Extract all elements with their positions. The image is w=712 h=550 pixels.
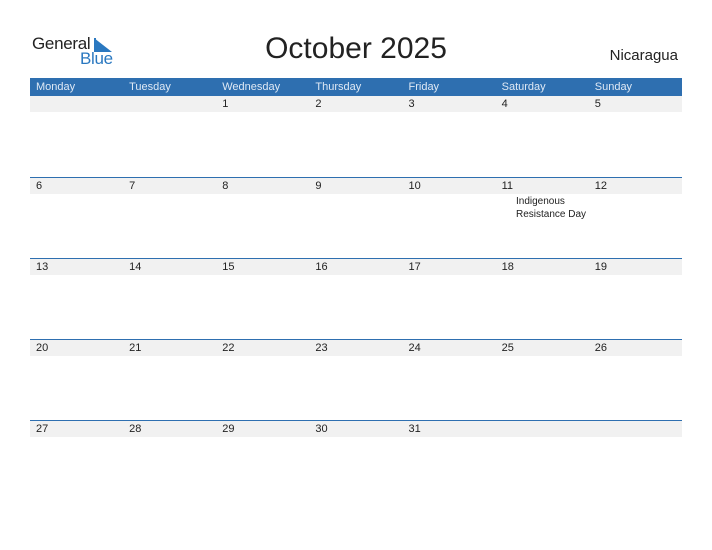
day-number: 4 — [501, 98, 508, 110]
holiday-label — [510, 112, 590, 113]
holiday-label — [510, 437, 590, 438]
events-row — [30, 112, 682, 113]
holiday-label — [30, 275, 110, 276]
holiday-label — [110, 437, 190, 438]
day-number: 18 — [501, 261, 514, 273]
day-number: 28 — [129, 423, 142, 435]
events-row — [30, 437, 682, 438]
day-number: 20 — [36, 342, 49, 354]
day-number: 7 — [129, 180, 136, 192]
week-row: 13 14 15 16 17 18 19 — [30, 258, 682, 339]
weekday-monday: Monday — [36, 81, 76, 93]
holiday-label — [430, 194, 510, 221]
weekday-sunday: Sunday — [594, 81, 633, 93]
holiday-label — [270, 275, 350, 276]
day-number: 14 — [129, 261, 142, 273]
date-row: 13 14 15 16 17 18 19 — [30, 259, 682, 275]
weekday-thursday: Thursday — [315, 81, 362, 93]
day-number: 24 — [408, 342, 421, 354]
page-title: October 2025 — [265, 32, 447, 65]
day-number: 15 — [222, 261, 235, 273]
day-number: 13 — [36, 261, 49, 273]
day-number: 23 — [315, 342, 328, 354]
holiday-label — [190, 437, 270, 438]
events-row: Indigenous Resistance Day — [30, 194, 682, 221]
weekday-friday: Friday — [408, 81, 440, 93]
holiday-label — [270, 356, 350, 357]
holiday-label — [510, 275, 590, 276]
day-number — [30, 96, 123, 112]
holiday-label — [270, 112, 350, 113]
weekday-header: Monday Tuesday Wednesday Thursday Friday… — [30, 78, 682, 96]
holiday-label — [30, 356, 110, 357]
day-number: 22 — [222, 342, 235, 354]
holiday-label — [430, 275, 510, 276]
holiday-label — [190, 275, 270, 276]
holiday-label — [350, 112, 430, 113]
day-number: 26 — [594, 342, 607, 354]
holiday-label — [110, 356, 190, 357]
date-row: 27 28 29 30 31 — [30, 421, 682, 437]
holiday-label — [430, 356, 510, 357]
week-row: 27 28 29 30 31 — [30, 420, 682, 501]
holiday-label — [350, 194, 430, 221]
holiday-label — [270, 437, 350, 438]
day-number: 29 — [222, 423, 235, 435]
day-number: 6 — [36, 180, 43, 192]
day-number: 5 — [594, 98, 601, 110]
date-row: 1 2 3 4 5 — [30, 96, 682, 112]
day-number: 19 — [594, 261, 607, 273]
holiday-label — [190, 194, 270, 221]
day-number: 30 — [315, 423, 328, 435]
date-row: 20 21 22 23 24 25 26 — [30, 340, 682, 356]
day-number — [123, 96, 216, 112]
week-row: 1 2 3 4 5 — [30, 96, 682, 177]
day-number: 8 — [222, 180, 229, 192]
weekday-saturday: Saturday — [501, 81, 546, 93]
day-number: 12 — [594, 180, 607, 192]
day-number: 25 — [501, 342, 514, 354]
day-number: 9 — [315, 180, 322, 192]
holiday-label — [430, 112, 510, 113]
country-label: Nicaragua — [609, 47, 678, 64]
events-row — [30, 275, 682, 276]
holiday-label: Indigenous Resistance Day — [516, 196, 587, 220]
weeks-container: 1 2 3 4 5 6 7 8 9 10 11 12 Indigenous Resistance Day… — [30, 96, 682, 501]
holiday-label — [190, 112, 270, 113]
day-number: 10 — [408, 180, 421, 192]
holiday-label — [30, 112, 110, 113]
day-number — [496, 421, 589, 437]
holiday-label — [350, 356, 430, 357]
holiday-label — [110, 275, 190, 276]
calendar-grid: Monday Tuesday Wednesday Thursday Friday… — [30, 78, 682, 501]
day-number: 17 — [408, 261, 421, 273]
events-row — [30, 356, 682, 357]
holiday-label — [350, 437, 430, 438]
holiday-label — [110, 194, 190, 221]
day-number: 1 — [222, 98, 229, 110]
holiday-label — [510, 356, 590, 357]
day-number: 3 — [408, 98, 415, 110]
day-number — [589, 421, 682, 437]
holiday-label — [430, 437, 510, 438]
holiday-label — [110, 112, 190, 113]
weekday-wednesday: Wednesday — [222, 81, 281, 93]
date-row: 6 7 8 9 10 11 12 — [30, 178, 682, 194]
weekday-tuesday: Tuesday — [129, 81, 171, 93]
holiday-label — [30, 194, 110, 221]
day-number: 21 — [129, 342, 142, 354]
holiday-label — [350, 275, 430, 276]
day-number: 27 — [36, 423, 49, 435]
day-number: 31 — [408, 423, 421, 435]
holiday-label — [190, 356, 270, 357]
holiday-label — [270, 194, 350, 221]
week-row: 20 21 22 23 24 25 26 — [30, 339, 682, 420]
week-row: 6 7 8 9 10 11 12 Indigenous Resistance Day — [30, 177, 682, 258]
day-number: 16 — [315, 261, 328, 273]
holiday-label — [30, 437, 110, 438]
day-number: 2 — [315, 98, 322, 110]
day-number: 11 — [501, 180, 514, 192]
